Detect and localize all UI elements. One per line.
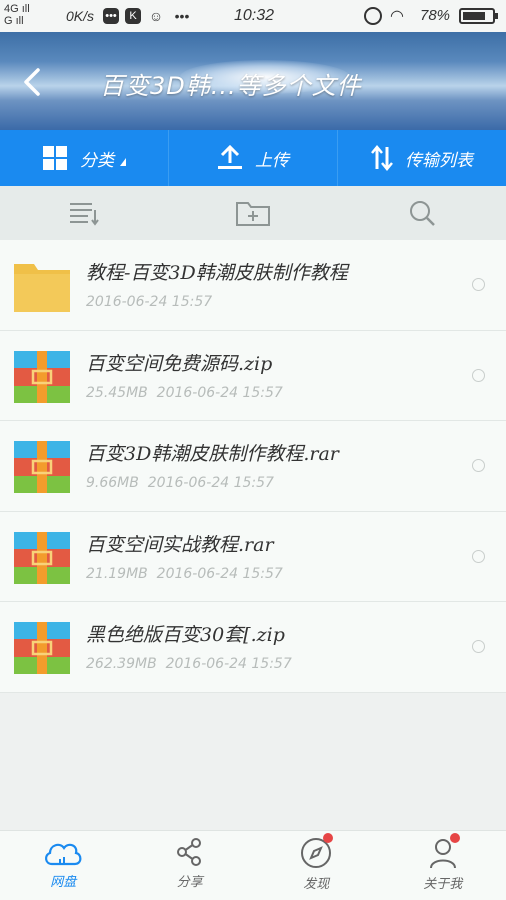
search-icon xyxy=(409,201,435,226)
archive-file-icon xyxy=(14,531,70,584)
list-item[interactable]: 百变空间免费源码.zip 25.45MB 2016-06-24 15:57 xyxy=(0,331,506,421)
alarm-icon xyxy=(364,7,382,25)
upload-icon xyxy=(218,145,242,169)
grid-icon xyxy=(43,146,67,170)
notification-badge xyxy=(323,833,333,843)
wifi-icon: ◠ xyxy=(390,8,404,25)
transfer-icon xyxy=(371,145,393,171)
archive-file-icon xyxy=(14,350,70,403)
file-list: 教程-百变3D韩潮皮肤制作教程 2016-06-24 15:57 百变空间免费源… xyxy=(0,240,506,693)
file-date: 2016-06-24 15:57 xyxy=(86,294,213,310)
bottom-navigation: 网盘 分享 发现 关于我 xyxy=(0,830,506,900)
nav-discover[interactable]: 发现 xyxy=(253,831,380,900)
file-date: 2016-06-24 15:57 xyxy=(147,475,274,491)
k-app-icon: K xyxy=(125,8,141,24)
classify-label: 分类 xyxy=(80,150,114,171)
classify-button[interactable]: 分类 xyxy=(0,130,169,186)
nav-label: 分享 xyxy=(176,875,203,890)
file-size: 9.66MB xyxy=(86,475,139,491)
folder-icon xyxy=(14,264,70,312)
select-radio[interactable] xyxy=(472,278,485,291)
page-title: 百变3D韩...等多个文件 xyxy=(100,72,362,100)
sort-list-icon xyxy=(70,203,100,226)
file-meta: 262.39MB 2016-06-24 15:57 xyxy=(86,656,292,672)
qq-icon: ☺ xyxy=(148,8,164,24)
signal-indicator: 4G ıll G ıll xyxy=(4,3,30,27)
transfer-list-button[interactable]: 传输列表 xyxy=(338,130,506,186)
transfer-label: 传输列表 xyxy=(405,150,473,171)
select-radio[interactable] xyxy=(472,368,485,382)
archive-file-icon xyxy=(14,441,70,493)
file-name: 百变空间实战教程.rar xyxy=(86,533,274,556)
upload-label: 上传 xyxy=(255,150,289,171)
action-toolbar: 分类 上传 传输列表 xyxy=(0,130,506,186)
file-date: 2016-06-24 15:57 xyxy=(156,384,283,401)
list-item[interactable]: 百变3D韩潮皮肤制作教程.rar 9.66MB 2016-06-24 15:57 xyxy=(0,421,506,512)
file-meta: 25.45MB 2016-06-24 15:57 xyxy=(86,385,283,401)
select-radio[interactable] xyxy=(472,640,485,653)
file-meta: 2016-06-24 15:57 xyxy=(86,294,212,310)
file-date: 2016-06-24 15:57 xyxy=(156,565,283,582)
file-size: 21.19MB xyxy=(86,565,148,582)
back-arrow-icon xyxy=(24,68,40,96)
network-speed: 0K/s xyxy=(66,8,95,24)
nav-label: 发现 xyxy=(303,877,330,892)
new-folder-button[interactable] xyxy=(169,186,338,240)
header: 百变3D韩...等多个文件 xyxy=(0,32,506,130)
nav-label: 网盘 xyxy=(50,875,77,890)
file-date: 2016-06-24 15:57 xyxy=(165,656,292,672)
file-name: 教程-百变3D韩潮皮肤制作教程 xyxy=(86,262,348,284)
battery-icon xyxy=(459,8,498,24)
nav-about-me[interactable]: 关于我 xyxy=(380,831,506,900)
select-radio[interactable] xyxy=(472,549,485,563)
file-meta: 21.19MB 2016-06-24 15:57 xyxy=(86,566,283,582)
sort-button[interactable] xyxy=(0,186,169,240)
list-item[interactable]: 黑色绝版百变30套[.zip 262.39MB 2016-06-24 15:57 xyxy=(0,602,506,693)
new-folder-icon xyxy=(236,202,270,226)
list-item[interactable]: 教程-百变3D韩潮皮肤制作教程 2016-06-24 15:57 xyxy=(0,240,506,331)
upload-button[interactable]: 上传 xyxy=(169,130,338,186)
notification-badge xyxy=(449,833,460,843)
status-bar: 4G ıll G ıll 0K/s ••• K ☺ ••• 10:32 ◠ 78… xyxy=(0,0,506,32)
archive-file-icon xyxy=(14,622,70,674)
file-size: 25.45MB xyxy=(86,384,148,401)
nav-label: 关于我 xyxy=(423,877,463,892)
list-actions xyxy=(0,186,506,240)
more-icon: ••• xyxy=(174,8,190,24)
file-name: 百变空间免费源码.zip xyxy=(86,352,273,375)
file-name: 百变3D韩潮皮肤制作教程.rar xyxy=(86,443,339,465)
clock: 10:32 xyxy=(234,7,275,24)
search-button[interactable] xyxy=(337,186,506,240)
chat-icon: ••• xyxy=(103,8,119,24)
nav-netdisk[interactable]: 网盘 xyxy=(0,831,127,900)
back-button[interactable] xyxy=(16,62,52,102)
file-meta: 9.66MB 2016-06-24 15:57 xyxy=(86,475,274,491)
select-radio[interactable] xyxy=(472,459,485,472)
nav-share[interactable]: 分享 xyxy=(127,831,254,900)
list-item[interactable]: 百变空间实战教程.rar 21.19MB 2016-06-24 15:57 xyxy=(0,512,506,602)
file-name: 黑色绝版百变30套[.zip xyxy=(86,624,285,646)
file-size: 262.39MB xyxy=(86,656,157,672)
dropdown-caret-icon xyxy=(120,158,126,166)
battery-percent: 78% xyxy=(420,7,451,24)
cloud-icon xyxy=(45,843,82,866)
share-icon xyxy=(176,838,201,866)
